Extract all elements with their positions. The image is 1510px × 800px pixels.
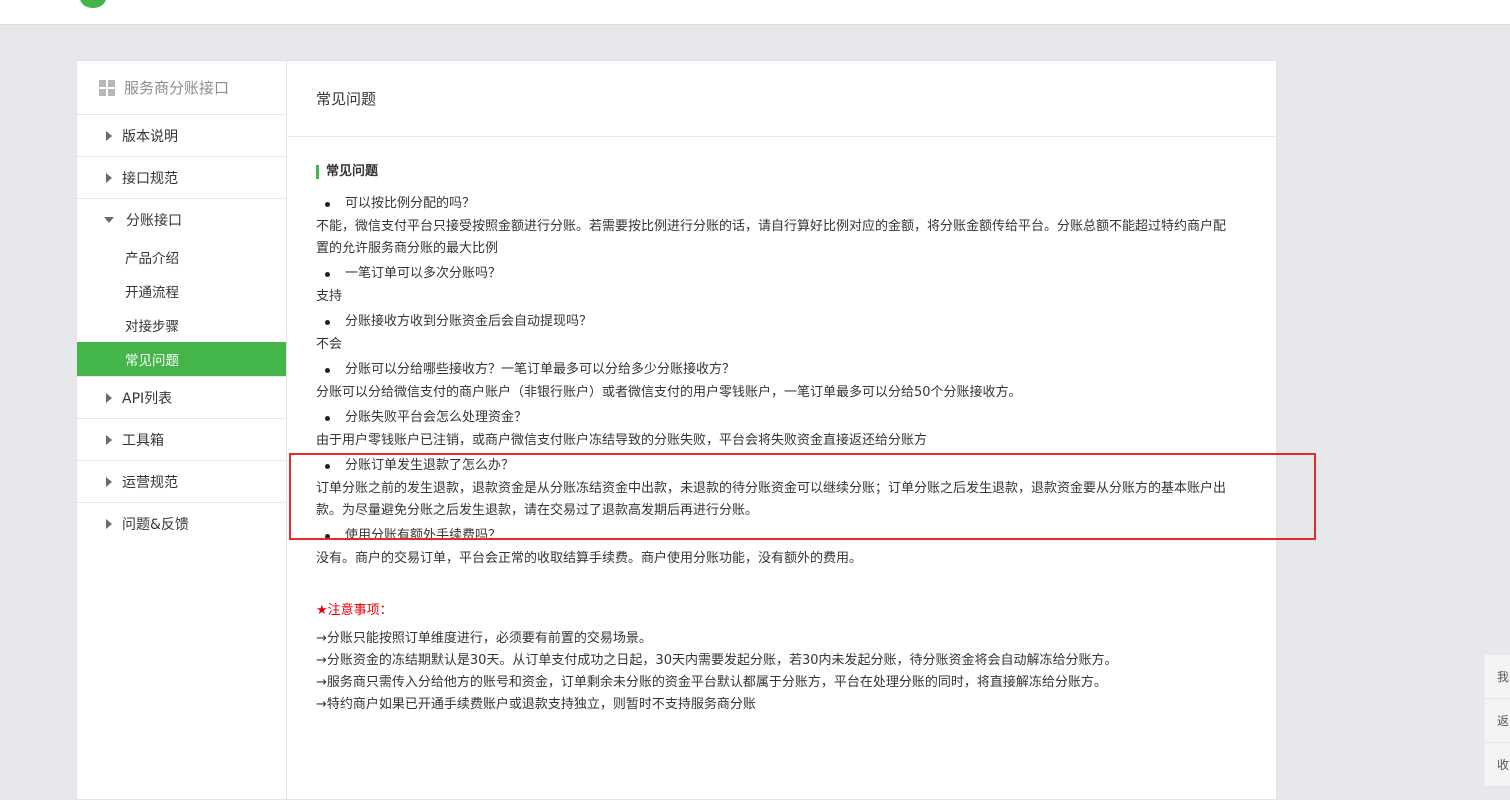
sidebar-subitem-process[interactable]: 开通流程 (77, 274, 286, 308)
faq-question-text: 分账订单发生退款了怎么办？ (345, 458, 515, 473)
sidebar-item-api-list[interactable]: API列表 (77, 377, 286, 419)
caret-right-icon (106, 172, 112, 183)
caret-right-icon (106, 434, 112, 445)
sidebar-subitem-intro[interactable]: 产品介绍 (77, 240, 286, 274)
faq-question: 使用分账有额外手续费吗？ (325, 524, 1236, 548)
sidebar-submenu: 产品介绍 开通流程 对接步骤 常见问题 (77, 240, 286, 377)
faq-question-text: 使用分账有额外手续费吗？ (345, 528, 502, 543)
sidebar-item-label: 接口规范 (122, 170, 178, 187)
faq-question: 分账可以分给哪些接收方？一笔订单最多可以分给多少分账接收方？ (325, 358, 1236, 382)
page-title: 常见问题 (286, 61, 1276, 137)
sidebar-item-split-api[interactable]: 分账接口 (77, 199, 286, 240)
top-bar (0, 0, 1510, 25)
sidebar-item-label: 问题&反馈 (122, 516, 189, 533)
faq-answer: 订单分账之前的发生退款，退款资金是从分账冻结资金中出款，未退款的待分账资金可以继… (316, 481, 1227, 518)
faq-content: 常见问题 可以按比例分配的吗？ 不能，微信支付平台只接受按照金额进行分账。若需要… (286, 165, 1276, 716)
sidebar-header: 服务商分账接口 (77, 61, 286, 115)
caret-down-icon (104, 216, 114, 223)
faq-question: 分账订单发生退款了怎么办？ (325, 454, 1236, 478)
sidebar-item-label: 运营规范 (122, 474, 178, 491)
faq-question-text: 分账失败平台会怎么处理资金？ (345, 410, 528, 425)
bullet-icon (325, 201, 330, 207)
faq-question: 一笔订单可以多次分账吗？ (325, 262, 1236, 286)
faq-answer: 没有。商户的交易订单，平台会正常的收取结算手续费。商户使用分账功能，没有额外的费… (316, 551, 863, 566)
grid-icon (99, 79, 115, 96)
note-line: →服务商只需传入分给他方的账号和资金，订单剩余未分账的资金平台默认都属于分账方，… (316, 675, 1107, 690)
faq-question-text: 一笔订单可以多次分账吗？ (345, 266, 502, 281)
side-float-item[interactable]: 收 (1484, 743, 1510, 787)
side-float-item[interactable]: 我 (1484, 655, 1510, 699)
sidebar-item-toolbox[interactable]: 工具箱 (77, 419, 286, 461)
sidebar-header-label: 服务商分账接口 (124, 79, 230, 97)
sidebar-item-spec[interactable]: 接口规范 (77, 157, 286, 199)
sidebar: 服务商分账接口 版本说明 接口规范 分账接口 产品介绍 开通流程 对接步骤 常见… (77, 61, 287, 799)
note-line: →分账资金的冻结期默认是30天。从订单支付成功之日起，30天内需要发起分账，若3… (316, 653, 1118, 668)
caret-right-icon (106, 392, 112, 403)
faq-question: 分账失败平台会怎么处理资金？ (325, 406, 1236, 430)
section-title: 常见问题 (316, 165, 1236, 179)
bullet-icon (325, 271, 330, 277)
caret-right-icon (106, 130, 112, 141)
sidebar-item-operation[interactable]: 运营规范 (77, 461, 286, 503)
main-content: 常见问题 常见问题 可以按比例分配的吗？ 不能，微信支付平台只接受按照金额进行分… (286, 61, 1276, 799)
faq-answer: 不能，微信支付平台只接受按照金额进行分账。若需要按比例进行分账的话，请自行算好比… (316, 219, 1227, 256)
faq-question-text: 可以按比例分配的吗？ (345, 196, 476, 211)
faq-question: 可以按比例分配的吗？ (325, 192, 1236, 216)
sidebar-item-label: 版本说明 (122, 128, 178, 145)
notes-block: ★注意事项： →分账只能按照订单维度进行，必须要有前置的交易场景。 →分账资金的… (316, 600, 1236, 716)
note-line: →分账只能按照订单维度进行，必须要有前置的交易场景。 (316, 631, 652, 646)
note-line: →特约商户如果已开通手续费账户或退款支持独立，则暂时不支持服务商分账 (316, 697, 756, 712)
faq-question-text: 分账可以分给哪些接收方？一笔订单最多可以分给多少分账接收方？ (345, 362, 736, 377)
doc-container: 服务商分账接口 版本说明 接口规范 分账接口 产品介绍 开通流程 对接步骤 常见… (76, 60, 1277, 800)
notes-title: ★注意事项： (316, 603, 393, 618)
faq-answer: 不会 (316, 337, 343, 352)
bullet-icon (325, 319, 330, 325)
sidebar-subitem-faq[interactable]: 常见问题 (77, 342, 286, 376)
floating-side-toolbar: 我 返 收 (1483, 655, 1510, 787)
wechat-logo-icon (80, 0, 106, 8)
caret-right-icon (106, 476, 112, 487)
sidebar-item-version[interactable]: 版本说明 (77, 115, 286, 157)
faq-question-text: 分账接收方收到分账资金后会自动提现吗？ (345, 314, 593, 329)
bullet-icon (325, 415, 330, 421)
sidebar-item-feedback[interactable]: 问题&反馈 (77, 503, 286, 544)
sidebar-item-label: API列表 (122, 390, 173, 407)
sidebar-item-label: 分账接口 (126, 212, 182, 229)
sidebar-item-label: 工具箱 (122, 432, 164, 449)
faq-answer: 由于用户零钱账户已注销，或商户微信支付账户冻结导致的分账失败，平台会将失败资金直… (316, 433, 928, 448)
faq-question: 分账接收方收到分账资金后会自动提现吗？ (325, 310, 1236, 334)
sidebar-subitem-steps[interactable]: 对接步骤 (77, 308, 286, 342)
side-float-item[interactable]: 返 (1484, 699, 1510, 743)
bullet-icon (325, 533, 330, 539)
faq-answer: 分账可以分给微信支付的商户账户（非银行账户）或者微信支付的用户零钱账户，一笔订单… (316, 385, 1022, 400)
bullet-icon (325, 463, 330, 469)
bullet-icon (325, 367, 330, 373)
caret-right-icon (106, 518, 112, 529)
faq-answer: 支持 (316, 289, 343, 304)
